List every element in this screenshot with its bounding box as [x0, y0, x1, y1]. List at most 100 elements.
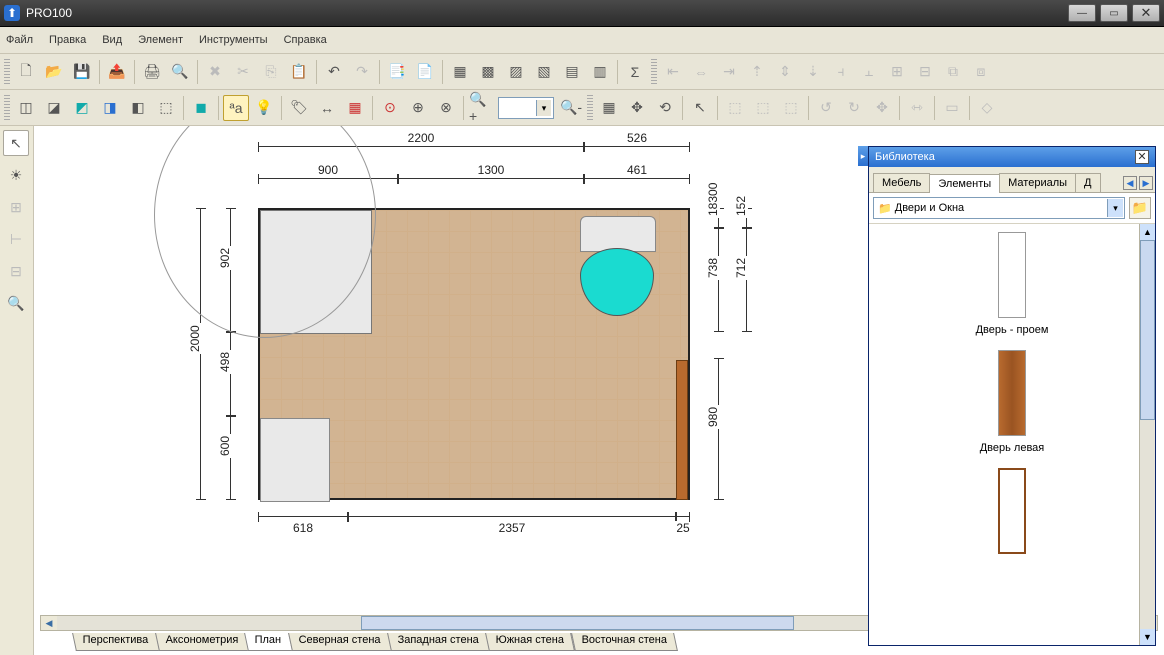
menu-file[interactable]: Файл	[6, 34, 33, 46]
menu-element[interactable]: Элемент	[138, 34, 183, 46]
pointer-tool-icon[interactable]: ↖	[3, 130, 29, 156]
cube-shade-icon[interactable]: ◧	[125, 95, 151, 121]
view-mode-3-icon[interactable]: ▨	[503, 59, 529, 85]
distribute-h-icon[interactable]: ⫞	[828, 59, 854, 85]
menu-edit[interactable]: Правка	[49, 34, 86, 46]
library-item-door-opening[interactable]: Дверь - проем	[976, 232, 1049, 336]
save-icon[interactable]: 💾	[69, 59, 95, 85]
move-arrows-icon[interactable]: ✥	[869, 95, 895, 121]
transform-1-icon[interactable]: ⬚	[722, 95, 748, 121]
library-tab-next-icon[interactable]: ▶	[1139, 176, 1153, 190]
cube-wire-icon[interactable]: ⬚	[153, 95, 179, 121]
rotate-right-icon[interactable]: ↻	[841, 95, 867, 121]
redo-icon[interactable]: ↷	[349, 59, 375, 85]
copy-icon[interactable]: ⎘	[258, 59, 284, 85]
washer-cabinet[interactable]	[260, 418, 330, 502]
transform-2-icon[interactable]: ⬚	[750, 95, 776, 121]
tab-west-wall[interactable]: Западная стена	[387, 633, 490, 651]
dims-tool-icon[interactable]: ⊟	[3, 258, 29, 284]
transform-3-icon[interactable]: ⬚	[778, 95, 804, 121]
zoom-out-icon[interactable]: 🔍-	[558, 95, 584, 121]
library-tab-prev-icon[interactable]: ◀	[1123, 176, 1137, 190]
find-tool-icon[interactable]: 🔍	[3, 290, 29, 316]
library-folder-select[interactable]: 📁 Двери и Окна ▾	[873, 197, 1125, 219]
view-mode-5-icon[interactable]: ▤	[559, 59, 585, 85]
scroll-down-icon[interactable]: ▼	[1140, 629, 1155, 645]
cut-icon[interactable]: ✂	[230, 59, 256, 85]
view-mode-6-icon[interactable]: ▥	[587, 59, 613, 85]
tab-south-wall[interactable]: Южная стена	[485, 633, 575, 651]
chevron-down-icon[interactable]: ▾	[1107, 199, 1123, 217]
toolbar-grip[interactable]	[4, 59, 10, 85]
align-top-icon[interactable]: ⇡	[744, 59, 770, 85]
window-close-button[interactable]: ✕	[1132, 4, 1160, 22]
export-icon[interactable]: 📤	[104, 59, 130, 85]
align-center-h-icon[interactable]: ⇔	[688, 59, 714, 85]
print-icon[interactable]: 🖨	[139, 59, 165, 85]
tab-perspective[interactable]: Перспектива	[72, 633, 160, 651]
library-item-door-left[interactable]: Дверь левая	[980, 350, 1045, 454]
undo-icon[interactable]: ↶	[321, 59, 347, 85]
library-tab-furniture[interactable]: Мебель	[873, 173, 930, 192]
bathtub-corner[interactable]	[260, 210, 372, 334]
light-tool-icon[interactable]: ☀	[3, 162, 29, 188]
view-mode-1-icon[interactable]: ▦	[447, 59, 473, 85]
scroll-up-icon[interactable]: ▲	[1140, 224, 1155, 240]
window-maximize-button[interactable]: ▭	[1100, 4, 1128, 22]
library-collapse-handle[interactable]: ▸	[858, 146, 868, 166]
text-label-icon[interactable]: ªa	[223, 95, 249, 121]
cube-iso-icon[interactable]: ◨	[97, 95, 123, 121]
mirror-h-icon[interactable]: ⇿	[904, 95, 930, 121]
scroll-thumb[interactable]	[361, 616, 795, 630]
rotate-left-icon[interactable]: ↺	[813, 95, 839, 121]
library-tab-materials[interactable]: Материалы	[999, 173, 1076, 192]
sum-icon[interactable]: Σ	[622, 59, 648, 85]
scroll-left-icon[interactable]: ◀	[41, 616, 57, 630]
toolbar-grip[interactable]	[4, 95, 10, 121]
properties-icon[interactable]: 📑	[384, 59, 410, 85]
shape-icon[interactable]: ◇	[974, 95, 1000, 121]
join-icon[interactable]: ⧉	[940, 59, 966, 85]
paste-icon[interactable]: 📋	[286, 59, 312, 85]
door-right[interactable]	[676, 360, 688, 500]
report-icon[interactable]: 📄	[412, 59, 438, 85]
tab-plan[interactable]: План	[245, 633, 293, 651]
target2-icon[interactable]: ⊗	[433, 95, 459, 121]
cube-side-icon[interactable]: ◪	[41, 95, 67, 121]
tab-north-wall[interactable]: Северная стена	[288, 633, 392, 651]
toolbar-grip[interactable]	[651, 59, 657, 85]
cube-solid-icon[interactable]: ◼	[188, 95, 214, 121]
library-item-door-frame[interactable]	[998, 468, 1026, 560]
add-tool-icon[interactable]: ⊞	[3, 194, 29, 220]
zoom-in-icon[interactable]: 🔍+	[468, 95, 494, 121]
toilet[interactable]	[580, 216, 656, 312]
cube-front-icon[interactable]: ◫	[13, 95, 39, 121]
print-preview-icon[interactable]: 🔍	[167, 59, 193, 85]
distribute-v-icon[interactable]: ⫠	[856, 59, 882, 85]
open-icon[interactable]: 📂	[41, 59, 67, 85]
library-close-icon[interactable]: ✕	[1135, 150, 1149, 164]
toolbar-grip[interactable]	[587, 95, 593, 121]
zoom-combo[interactable]	[498, 97, 554, 119]
view-mode-2-icon[interactable]: ▩	[475, 59, 501, 85]
menu-help[interactable]: Справка	[284, 34, 327, 46]
menu-view[interactable]: Вид	[102, 34, 122, 46]
cube-top-icon[interactable]: ◩	[69, 95, 95, 121]
target1-icon[interactable]: ⊕	[405, 95, 431, 121]
menu-tools[interactable]: Инструменты	[199, 34, 268, 46]
connect-tool-icon[interactable]: ⊢	[3, 226, 29, 252]
delete-icon[interactable]: ✖	[202, 59, 228, 85]
group-icon[interactable]: ⊞	[884, 59, 910, 85]
window-minimize-button[interactable]: —	[1068, 4, 1096, 22]
library-scrollbar[interactable]: ▲ ▼	[1139, 224, 1155, 645]
grid-icon[interactable]: ▦	[342, 95, 368, 121]
tab-east-wall[interactable]: Восточная стена	[571, 633, 678, 651]
align-left-icon[interactable]: ⇤	[660, 59, 686, 85]
align-bottom-icon[interactable]: ⇣	[800, 59, 826, 85]
align-right-icon[interactable]: ⇥	[716, 59, 742, 85]
snap-icon[interactable]: ⊙	[377, 95, 403, 121]
scroll-thumb-v[interactable]	[1140, 240, 1155, 420]
library-tab-more[interactable]: Д	[1075, 173, 1100, 192]
ungroup-icon[interactable]: ⊟	[912, 59, 938, 85]
tab-axonometry[interactable]: Аксонометрия	[155, 633, 250, 651]
